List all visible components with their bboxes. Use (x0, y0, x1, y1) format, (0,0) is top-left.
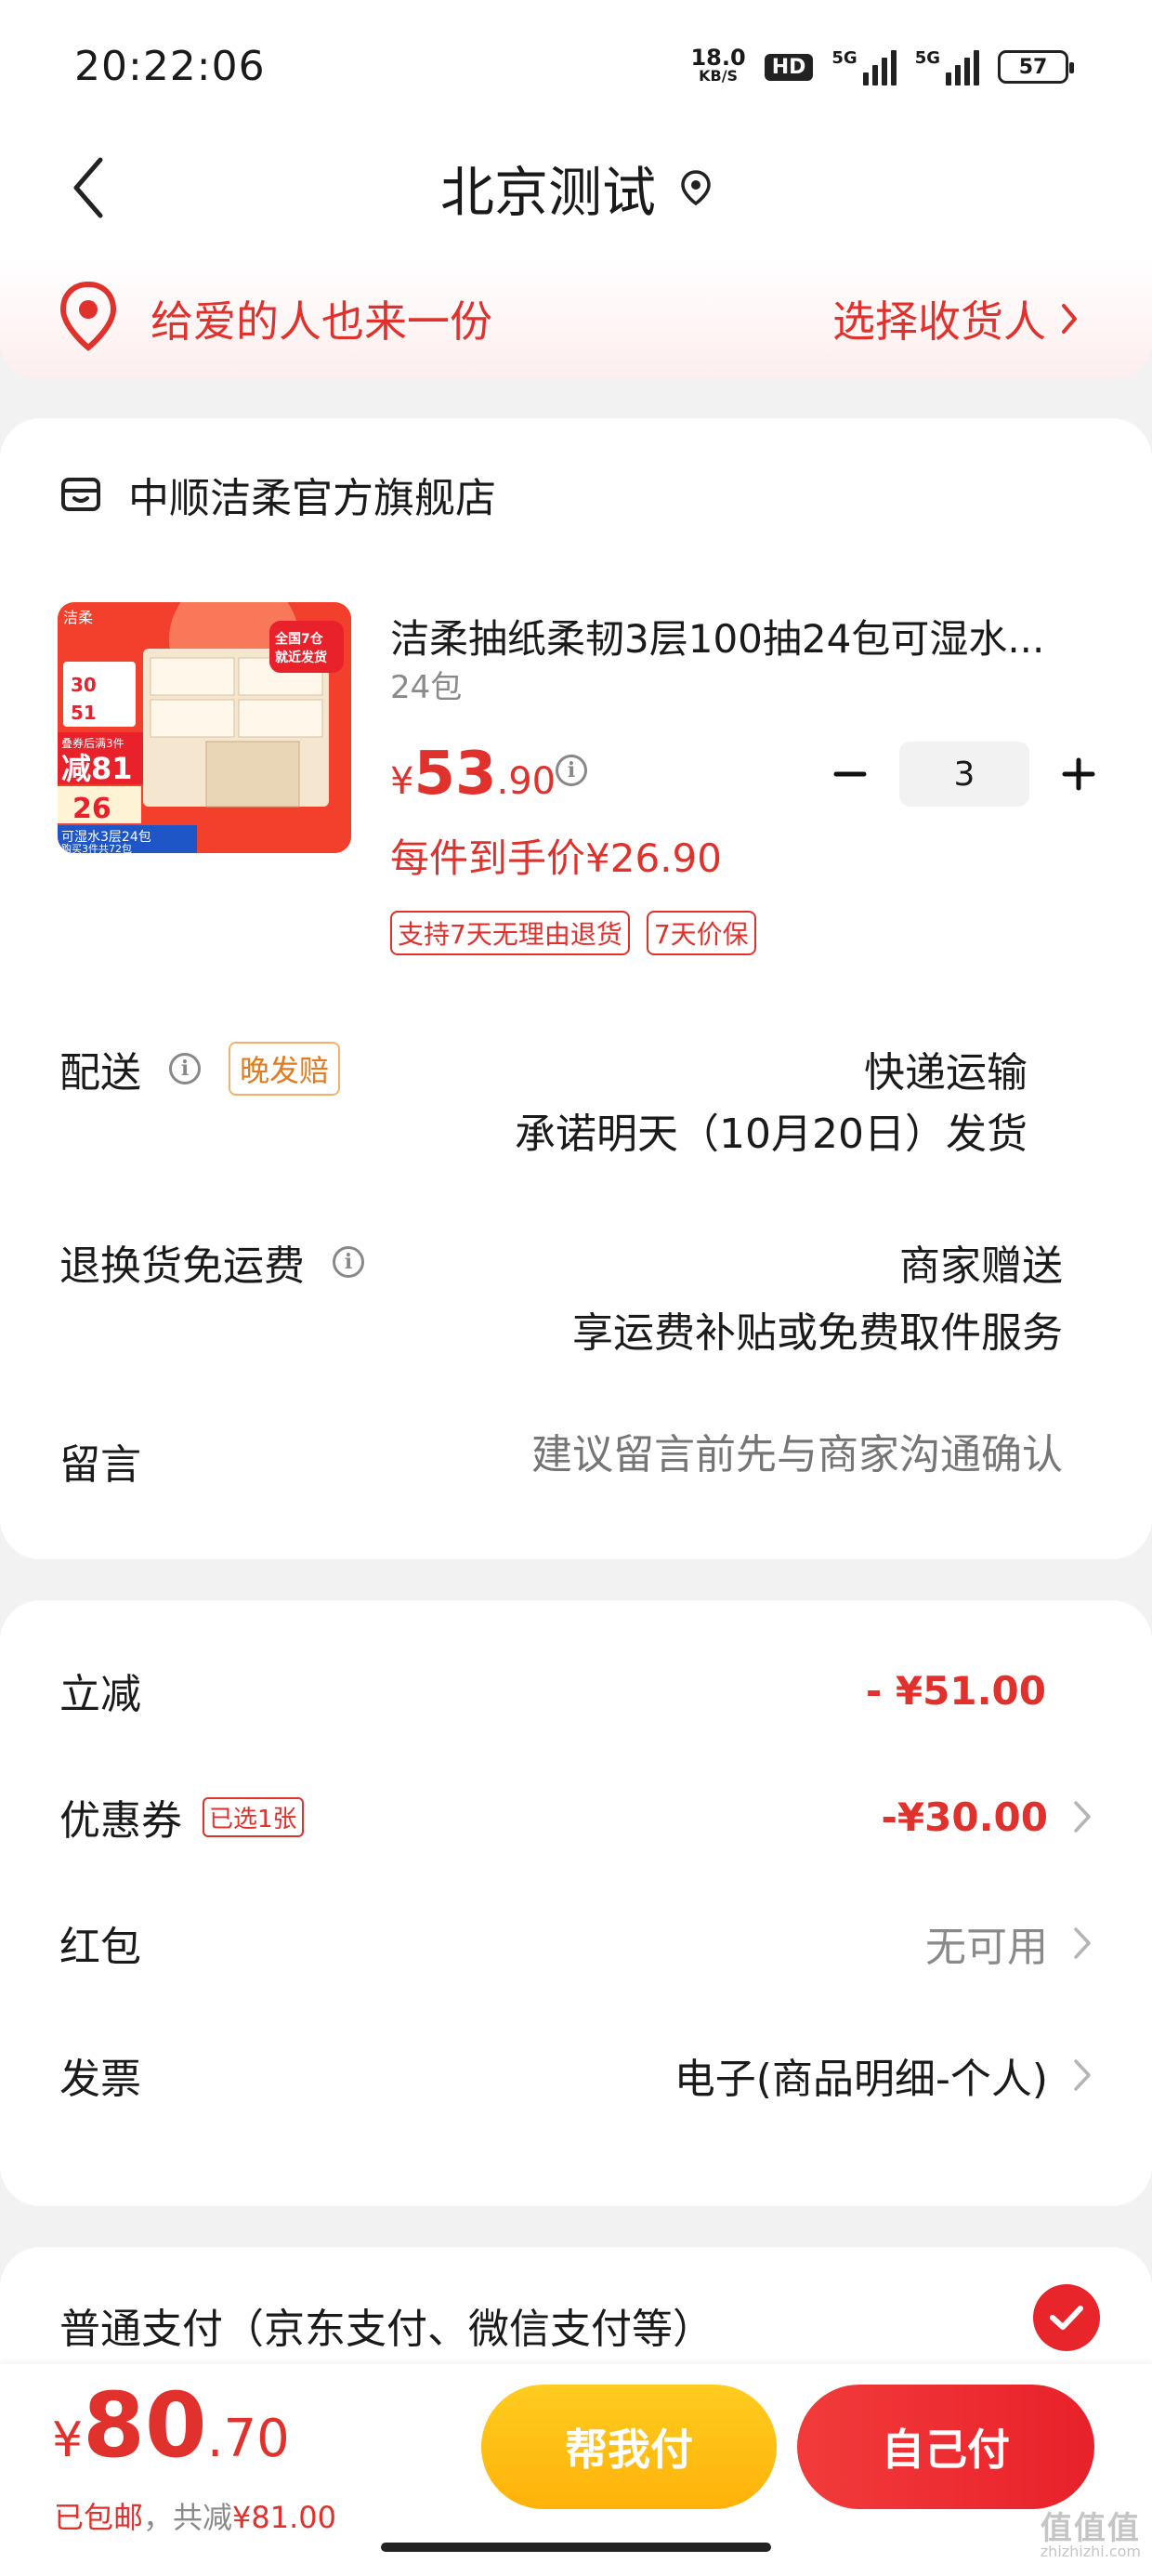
delivery-method[interactable]: 快递运输 (864, 1039, 1028, 1098)
unit-price: 每件到手价¥26.90 (390, 835, 722, 881)
back-button[interactable] (59, 151, 115, 225)
status-bar: 20:22:06 18.0 KB/S HD 5G 5G 57 (0, 0, 1152, 130)
location-pin-icon (681, 170, 711, 206)
payment-selected-checkbox[interactable] (1033, 2284, 1100, 2351)
chevron-right-icon (1074, 1801, 1091, 1833)
gift-text: 给爱的人也来一份 (151, 296, 492, 347)
quantity-stepper: 3 (825, 742, 1104, 807)
delivery-promise: 承诺明天（10月20日）发货 (515, 1111, 1028, 1158)
hd-icon: HD (764, 53, 814, 81)
coupon-value: -¥30.00 (881, 1794, 1048, 1840)
total-summary: 已包邮，共减¥81.00 (54, 2500, 336, 2535)
product-price: ¥ 53 .90 (390, 740, 556, 808)
service-tag: 7天价保 (646, 911, 756, 955)
store-row[interactable]: 中顺洁柔官方旗舰店 (59, 465, 496, 524)
delivery-label: 配送 (59, 1049, 141, 1097)
late-delivery-tag: 晚发赔 (229, 1042, 341, 1096)
invoice-value: 电子(商品明细-个人) (674, 2056, 1048, 2103)
chevron-left-icon (73, 157, 103, 218)
invoice-label: 发票 (59, 2056, 141, 2103)
red-packet-value: 无可用 (925, 1924, 1048, 1971)
svg-text:购买3件共72包: 购买3件共72包 (61, 842, 132, 853)
store-name: 中顺洁柔官方旗舰店 (128, 475, 496, 522)
signal-icon: 5G (915, 48, 979, 85)
invoice-row[interactable]: 发票 电子(商品明细-个人) (59, 2043, 1093, 2108)
network-speed: 18.0 KB/S (690, 45, 746, 85)
coupon-selected-tag: 已选1张 (203, 1796, 304, 1837)
return-shipping-value: 商家赠送 (899, 1242, 1063, 1290)
product-spec: 24包 (390, 669, 463, 706)
self-pay-button[interactable]: 自己付 (797, 2385, 1094, 2509)
svg-text:就近发货: 就近发货 (275, 650, 327, 665)
order-item-card: 中顺洁柔官方旗舰店 洁柔 全国7仓 就近发货 30 51 叠券后满3件 减81 … (0, 418, 1152, 1559)
address-selector[interactable]: 北京测试 (440, 149, 712, 227)
watermark: 值值值 zhizhizhi.com (1040, 2510, 1141, 2560)
info-icon[interactable]: i (169, 1053, 201, 1084)
gift-banner: 给爱的人也来一份 选择收货人 (0, 258, 1152, 379)
svg-text:30: 30 (71, 674, 97, 696)
chevron-right-icon (1062, 304, 1077, 334)
status-time: 20:22:06 (74, 43, 266, 90)
svg-text:26: 26 (72, 793, 111, 825)
header: 北京测试 (0, 130, 1152, 260)
red-packet-label: 红包 (59, 1924, 141, 1971)
instant-discount-value: - ¥51.00 (865, 1667, 1046, 1714)
signal-icon: 5G (831, 48, 897, 85)
delivery-row: 配送 i 晚发赔 (59, 1039, 341, 1098)
help-pay-button[interactable]: 帮我付 (481, 2385, 777, 2509)
svg-text:洁柔: 洁柔 (63, 609, 93, 626)
service-tag: 支持7天无理由退货 (390, 911, 630, 955)
svg-text:叠券后满3件: 叠券后满3件 (61, 736, 124, 750)
chevron-right-icon (1074, 1927, 1091, 1959)
discount-card: 立减 - ¥51.00 优惠券 已选1张 -¥30.00 红包 无可用 发票 电… (0, 1600, 1152, 2206)
memo-input[interactable] (468, 1431, 1063, 1479)
location-pin-icon (59, 281, 117, 351)
info-icon[interactable]: i (333, 1246, 364, 1278)
plus-icon (1062, 757, 1095, 791)
return-shipping-desc: 享运费补贴或免费取件服务 (572, 1309, 1063, 1357)
product-thumbnail: 洁柔 全国7仓 就近发货 30 51 叠券后满3件 减81 26 可湿水3层24… (58, 602, 351, 853)
page-title: 北京测试 (439, 161, 656, 224)
instant-discount-label: 立减 (59, 1671, 141, 1718)
chevron-right-icon (1074, 2059, 1091, 2091)
payment-method-label[interactable]: 普通支付（京东支付、微信支付等） (59, 2295, 713, 2355)
shipping-free-text: 已包邮 (54, 2500, 144, 2535)
minus-icon (833, 771, 867, 777)
checkmark-icon (1050, 2306, 1083, 2330)
svg-text:全国7仓: 全国7仓 (274, 631, 324, 647)
total-saved: ¥81.00 (232, 2500, 336, 2535)
info-icon[interactable]: i (556, 755, 587, 786)
coupon-label: 优惠券 (59, 1797, 182, 1845)
choose-recipient-link[interactable]: 选择收货人 (832, 288, 1078, 349)
store-icon (61, 478, 100, 511)
status-icons: 18.0 KB/S HD 5G 5G 57 (690, 45, 1074, 85)
memo-label: 留言 (59, 1441, 141, 1489)
svg-text:减81: 减81 (61, 751, 133, 786)
quantity-input[interactable]: 3 (899, 742, 1029, 807)
return-shipping-label: 退换货免运费 (59, 1242, 305, 1290)
red-packet-row[interactable]: 红包 无可用 (59, 1911, 1093, 1976)
product-title[interactable]: 洁柔抽纸柔韧3层100抽24包可湿水... (390, 608, 1096, 664)
product-image[interactable]: 洁柔 全国7仓 就近发货 30 51 叠券后满3件 减81 26 可湿水3层24… (58, 602, 351, 853)
return-shipping-row: 退换货免运费 i (59, 1232, 364, 1292)
battery-icon: 57 (998, 50, 1074, 84)
service-tags: 支持7天无理由退货 7天价保 (390, 911, 756, 955)
home-indicator[interactable] (381, 2543, 771, 2552)
decrease-quantity-button[interactable] (825, 749, 875, 799)
svg-text:51: 51 (71, 702, 97, 724)
total-price: ¥ 80 .70 (52, 2373, 290, 2477)
coupon-row[interactable]: 优惠券 已选1张 -¥30.00 (59, 1784, 1093, 1849)
increase-quantity-button[interactable] (1054, 749, 1104, 799)
instant-discount-row: 立减 - ¥51.00 (59, 1658, 1093, 1723)
